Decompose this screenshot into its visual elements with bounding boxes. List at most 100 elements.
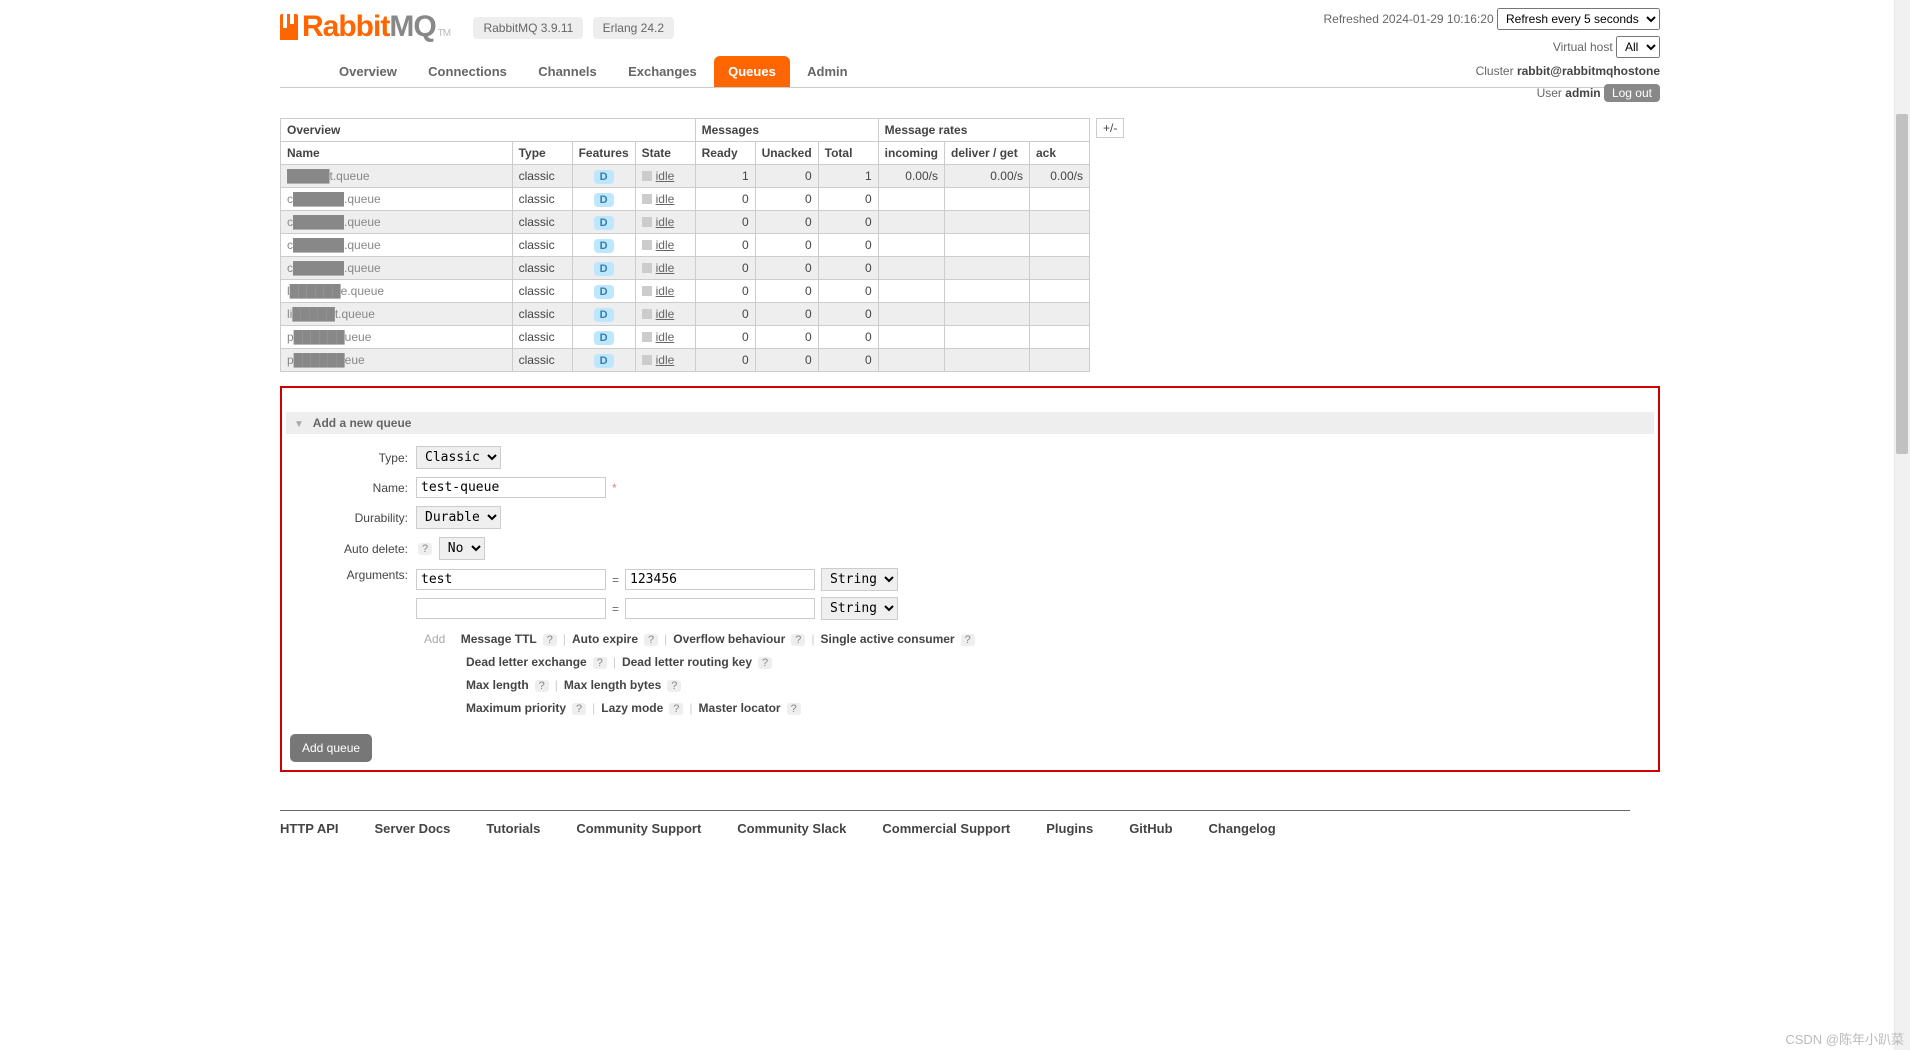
scrollbar[interactable]	[1894, 0, 1910, 1050]
queue-type-cell: classic	[512, 188, 572, 211]
arg-value-input[interactable]	[625, 598, 815, 619]
footer-link[interactable]: Commercial Support	[882, 821, 1010, 836]
version-badges: RabbitMQ 3.9.11 Erlang 24.2	[473, 21, 680, 35]
scrollbar-thumb[interactable]	[1896, 114, 1908, 454]
refresh-interval-select[interactable]: Refresh every 5 seconds	[1497, 8, 1660, 30]
table-row: p██████ueueclassicDidle000	[281, 326, 1090, 349]
arg-hint[interactable]: Lazy mode	[601, 701, 663, 715]
durable-badge: D	[594, 354, 614, 368]
nav-connections[interactable]: Connections	[414, 56, 521, 87]
hint-help-icon[interactable]: ?	[535, 680, 549, 692]
th-incoming[interactable]: incoming	[878, 142, 944, 165]
hint-help-icon[interactable]: ?	[667, 680, 681, 692]
queue-name-cell[interactable]: p██████eue	[281, 349, 513, 372]
queues-table: Overview Messages Message rates Name Typ…	[280, 118, 1090, 372]
ready-cell: 0	[695, 280, 755, 303]
queue-type-cell: classic	[512, 326, 572, 349]
arg-hint[interactable]: Maximum priority	[466, 701, 566, 715]
state-indicator-icon	[642, 240, 652, 250]
arg-hint[interactable]: Auto expire	[572, 632, 638, 646]
th-unacked[interactable]: Unacked	[755, 142, 818, 165]
hint-help-icon[interactable]: ?	[593, 657, 607, 669]
queue-name-cell[interactable]: █████t.queue	[281, 165, 513, 188]
vhost-select[interactable]: All	[1616, 36, 1660, 58]
arg-hint[interactable]: Single active consumer	[821, 632, 955, 646]
table-row: █████t.queueclassicDidle1010.00/s0.00/s0…	[281, 165, 1090, 188]
unacked-cell: 0	[755, 188, 818, 211]
hint-help-icon[interactable]: ?	[961, 634, 975, 646]
total-cell: 1	[818, 165, 878, 188]
footer-link[interactable]: Tutorials	[486, 821, 540, 836]
add-queue-button[interactable]: Add queue	[290, 734, 372, 762]
footer-link[interactable]: GitHub	[1129, 821, 1172, 836]
th-deliver[interactable]: deliver / get	[945, 142, 1030, 165]
arg-hint[interactable]: Max length bytes	[564, 678, 661, 692]
collapse-arrow-icon: ▼	[294, 419, 304, 430]
queue-name-cell[interactable]: li█████t.queue	[281, 303, 513, 326]
th-features[interactable]: Features	[572, 142, 635, 165]
queue-name-cell[interactable]: c██████.queue	[281, 188, 513, 211]
hint-help-icon[interactable]: ?	[787, 703, 801, 715]
header: RabbitMQTM RabbitMQ 3.9.11 Erlang 24.2 R…	[235, 0, 1675, 88]
queue-name-input[interactable]	[416, 477, 606, 498]
unacked-cell: 0	[755, 234, 818, 257]
footer-link[interactable]: HTTP API	[280, 821, 339, 836]
add-queue-section-header[interactable]: ▼ Add a new queue	[286, 412, 1654, 434]
nav-overview[interactable]: Overview	[325, 56, 411, 87]
arg-hint[interactable]: Dead letter routing key	[622, 655, 752, 669]
hint-help-icon[interactable]: ?	[572, 703, 586, 715]
queue-name-cell[interactable]: c██████.queue	[281, 211, 513, 234]
nav-exchanges[interactable]: Exchanges	[614, 56, 711, 87]
arg-hint[interactable]: Message TTL	[461, 632, 537, 646]
ack-cell	[1030, 211, 1090, 234]
arg-hint[interactable]: Master locator	[699, 701, 781, 715]
arg-type-select[interactable]: String	[821, 568, 898, 591]
queue-feature-cell: D	[572, 188, 635, 211]
queue-name-cell[interactable]: l██████e.queue	[281, 280, 513, 303]
th-state[interactable]: State	[635, 142, 695, 165]
nav-queues[interactable]: Queues	[714, 56, 790, 87]
th-ready[interactable]: Ready	[695, 142, 755, 165]
unacked-cell: 0	[755, 257, 818, 280]
ack-cell	[1030, 280, 1090, 303]
arg-type-select[interactable]: String	[821, 597, 898, 620]
nav-admin[interactable]: Admin	[793, 56, 861, 87]
hint-help-icon[interactable]: ?	[758, 657, 772, 669]
queue-name-cell[interactable]: c██████.queue	[281, 257, 513, 280]
hint-help-icon[interactable]: ?	[669, 703, 683, 715]
footer-link[interactable]: Server Docs	[375, 821, 451, 836]
auto-delete-help-icon[interactable]: ?	[418, 543, 432, 555]
th-ack[interactable]: ack	[1030, 142, 1090, 165]
state-indicator-icon	[642, 355, 652, 365]
footer-link[interactable]: Changelog	[1209, 821, 1276, 836]
hint-help-icon[interactable]: ?	[543, 634, 557, 646]
queue-feature-cell: D	[572, 165, 635, 188]
arg-key-input[interactable]	[416, 598, 606, 619]
queue-name-cell[interactable]: c██████.queue	[281, 234, 513, 257]
th-type[interactable]: Type	[512, 142, 572, 165]
nav-channels[interactable]: Channels	[524, 56, 611, 87]
logo: RabbitMQTM	[280, 10, 450, 44]
queue-type-select[interactable]: Classic	[416, 446, 501, 469]
footer-link[interactable]: Community Slack	[737, 821, 846, 836]
hint-help-icon[interactable]: ?	[791, 634, 805, 646]
th-total[interactable]: Total	[818, 142, 878, 165]
auto-delete-select[interactable]: No	[439, 537, 485, 560]
arg-key-input[interactable]	[416, 569, 606, 590]
arg-value-input[interactable]	[625, 569, 815, 590]
total-cell: 0	[818, 234, 878, 257]
total-cell: 0	[818, 303, 878, 326]
arg-hint[interactable]: Max length	[466, 678, 529, 692]
durability-select[interactable]: Durable	[416, 506, 501, 529]
arg-hint[interactable]: Overflow behaviour	[673, 632, 785, 646]
hint-help-icon[interactable]: ?	[644, 634, 658, 646]
queue-name-cell[interactable]: p██████ueue	[281, 326, 513, 349]
cluster-label: Cluster	[1476, 64, 1514, 78]
total-cell: 0	[818, 326, 878, 349]
table-row: c██████.queueclassicDidle000	[281, 211, 1090, 234]
arg-hint[interactable]: Dead letter exchange	[466, 655, 587, 669]
columns-toggle[interactable]: +/-	[1096, 118, 1124, 138]
footer-link[interactable]: Plugins	[1046, 821, 1093, 836]
footer-link[interactable]: Community Support	[576, 821, 701, 836]
th-name[interactable]: Name	[281, 142, 513, 165]
